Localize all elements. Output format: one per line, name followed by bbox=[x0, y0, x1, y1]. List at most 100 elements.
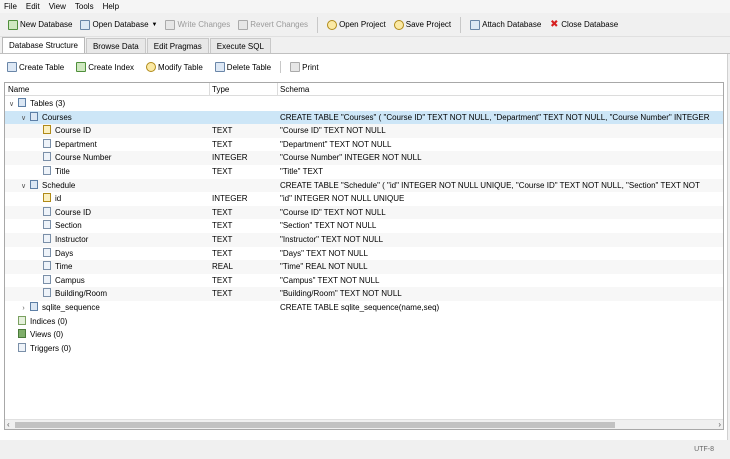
column-header-name[interactable]: Name bbox=[5, 83, 29, 96]
field-name: Course ID bbox=[55, 207, 92, 217]
database-structure-panel: Create Table Create Index Modify Table D… bbox=[0, 54, 728, 440]
modify-table-label: Modify Table bbox=[158, 62, 203, 72]
table-name: Schedule bbox=[42, 180, 76, 190]
table-row[interactable]: Instructor TEXT "Instructor" TEXT NOT NU… bbox=[5, 232, 723, 247]
scrollbar-thumb[interactable] bbox=[15, 422, 615, 428]
tree-row-schedule[interactable]: ∨ Schedule CREATE TABLE "Schedule" ( "id"… bbox=[5, 178, 723, 193]
field-icon bbox=[43, 288, 51, 298]
table-row[interactable]: Title TEXT "Title" TEXT bbox=[5, 165, 723, 179]
new-database-button[interactable]: New Database bbox=[4, 16, 76, 34]
field-name: Title bbox=[55, 166, 70, 176]
menu-view[interactable]: View bbox=[49, 2, 66, 11]
tree-row-triggers[interactable]: Triggers (0) bbox=[5, 342, 723, 356]
tree-row-indices[interactable]: Indices (0) bbox=[5, 315, 723, 329]
save-project-icon bbox=[393, 19, 404, 30]
scroll-right-arrow-icon[interactable]: › bbox=[718, 420, 721, 429]
toolbar-divider bbox=[317, 16, 319, 33]
field-type: TEXT bbox=[212, 139, 233, 149]
key-icon bbox=[43, 125, 51, 135]
tab-execute-sql[interactable]: Execute SQL bbox=[209, 38, 271, 53]
tree-row-views[interactable]: Views (0) bbox=[5, 328, 723, 342]
field-name: Course ID bbox=[55, 126, 92, 136]
attach-database-label: Attach Database bbox=[482, 20, 542, 29]
create-table-button[interactable]: Create Table bbox=[4, 60, 67, 74]
field-icon bbox=[43, 220, 51, 230]
schema-tree[interactable]: Name Type Schema ∨ Tables (3) ∨ Courses CR… bbox=[4, 82, 724, 430]
open-database-label: Open Database bbox=[92, 20, 149, 29]
write-changes-button[interactable]: Write Changes bbox=[161, 16, 234, 34]
menu-edit[interactable]: Edit bbox=[26, 2, 40, 11]
table-row[interactable]: id INTEGER "id" INTEGER NOT NULL UNIQUE bbox=[5, 192, 723, 206]
table-name: sqlite_sequence bbox=[42, 302, 100, 312]
tree-row-courses[interactable]: ∨ Courses CREATE TABLE "Courses" ( "Cours… bbox=[5, 110, 723, 125]
new-database-label: New Database bbox=[20, 20, 73, 29]
menu-tools[interactable]: Tools bbox=[75, 2, 94, 11]
table-row[interactable]: Section TEXT "Section" TEXT NOT NULL bbox=[5, 219, 723, 233]
tree-row-tables[interactable]: ∨ Tables (3) bbox=[5, 97, 723, 111]
chevron-right-icon[interactable]: › bbox=[19, 302, 28, 315]
save-project-button[interactable]: Save Project bbox=[390, 16, 455, 34]
chevron-down-icon[interactable]: ▼ bbox=[152, 22, 158, 28]
table-row[interactable]: Department TEXT "Department" TEXT NOT NU… bbox=[5, 138, 723, 152]
field-schema: "id" INTEGER NOT NULL UNIQUE bbox=[280, 194, 405, 204]
create-index-icon bbox=[76, 62, 87, 72]
revert-changes-icon bbox=[238, 19, 249, 30]
table-row[interactable]: Building/Room TEXT "Building/Room" TEXT … bbox=[5, 287, 723, 301]
table-row[interactable]: Course ID TEXT "Course ID" TEXT NOT NULL bbox=[5, 205, 723, 220]
field-type: TEXT bbox=[212, 166, 233, 176]
field-icon bbox=[43, 233, 51, 243]
triggers-label: Triggers (0) bbox=[30, 343, 72, 353]
column-header-type[interactable]: Type bbox=[209, 83, 229, 96]
field-icon bbox=[43, 152, 51, 162]
delete-table-label: Delete Table bbox=[226, 62, 272, 72]
modify-table-button[interactable]: Modify Table bbox=[143, 60, 206, 74]
field-schema: "Course Number" INTEGER NOT NULL bbox=[280, 153, 422, 163]
table-icon bbox=[30, 301, 38, 311]
chevron-down-icon[interactable]: ∨ bbox=[19, 180, 28, 193]
table-row[interactable]: Course Number INTEGER "Course Number" IN… bbox=[5, 151, 723, 165]
column-header-schema[interactable]: Schema bbox=[277, 83, 309, 96]
views-label: Views (0) bbox=[30, 330, 64, 340]
create-table-label: Create Table bbox=[19, 62, 65, 72]
modify-table-icon bbox=[146, 62, 157, 72]
field-schema: "Course ID" TEXT NOT NULL bbox=[280, 207, 386, 217]
field-schema: "Time" REAL NOT NULL bbox=[280, 262, 368, 272]
tab-database-structure[interactable]: Database Structure bbox=[2, 37, 85, 53]
tab-edit-pragmas[interactable]: Edit Pragmas bbox=[146, 38, 209, 53]
delete-table-button[interactable]: Delete Table bbox=[212, 60, 274, 74]
table-name: Courses bbox=[42, 112, 72, 122]
open-project-icon bbox=[327, 19, 338, 30]
create-index-button[interactable]: Create Index bbox=[73, 60, 137, 74]
horizontal-scrollbar[interactable]: ‹ › bbox=[5, 419, 723, 429]
index-icon bbox=[18, 315, 26, 325]
revert-changes-label: Revert Changes bbox=[250, 20, 309, 29]
close-database-button[interactable]: ✖ Close Database bbox=[545, 16, 622, 34]
scroll-left-arrow-icon[interactable]: ‹ bbox=[7, 420, 10, 429]
tab-browse-data[interactable]: Browse Data bbox=[85, 38, 146, 53]
field-name: Days bbox=[55, 248, 74, 258]
table-row[interactable]: Course ID TEXT "Course ID" TEXT NOT NULL bbox=[5, 124, 723, 138]
chevron-down-icon[interactable]: ∨ bbox=[19, 112, 28, 125]
delete-table-icon bbox=[214, 62, 225, 72]
new-database-icon bbox=[8, 19, 18, 30]
row-type bbox=[211, 301, 277, 315]
open-project-label: Open Project bbox=[339, 20, 386, 29]
field-schema: "Course ID" TEXT NOT NULL bbox=[280, 126, 386, 136]
print-button[interactable]: Print bbox=[287, 60, 321, 74]
open-database-button[interactable]: Open Database ▼ bbox=[76, 16, 161, 34]
row-schema: CREATE TABLE "Courses" ( "Course ID" TEX… bbox=[280, 112, 710, 122]
chevron-down-icon[interactable]: ∨ bbox=[7, 98, 16, 111]
menu-file[interactable]: File bbox=[4, 2, 17, 11]
tree-row-sqlite-sequence[interactable]: › sqlite_sequence CREATE TABLE sqlite_seq… bbox=[5, 301, 723, 315]
table-row[interactable]: Campus TEXT "Campus" TEXT NOT NULL bbox=[5, 274, 723, 288]
table-row[interactable]: Days TEXT "Days" TEXT NOT NULL bbox=[5, 247, 723, 261]
field-schema: "Department" TEXT NOT NULL bbox=[280, 139, 392, 149]
revert-changes-button[interactable]: Revert Changes bbox=[234, 16, 312, 34]
attach-database-button[interactable]: Attach Database bbox=[466, 16, 545, 34]
table-row[interactable]: Time REAL "Time" REAL NOT NULL bbox=[5, 260, 723, 274]
menu-help[interactable]: Help bbox=[103, 2, 119, 11]
field-name: Instructor bbox=[55, 234, 89, 244]
open-project-button[interactable]: Open Project bbox=[323, 16, 390, 34]
toolbar-divider bbox=[280, 61, 282, 73]
close-database-label: Close Database bbox=[561, 20, 619, 29]
